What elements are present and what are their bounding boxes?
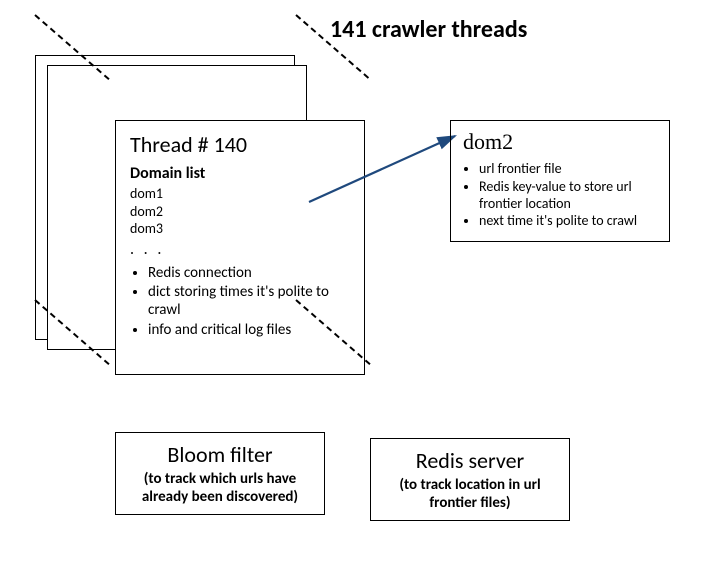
domain-item: dom2 [130,203,350,221]
thread-card: Thread # 140 Domain list dom1 dom2 dom3 … [115,120,365,375]
thread-bullet: Redis connection [148,265,350,283]
redis-title: Redis server [381,447,559,474]
thread-stack: Thread # 140 Domain list dom1 dom2 dom3 … [35,55,335,375]
domain-detail-bullet: url frontier file [479,161,659,178]
domain-detail-bullet: Redis key-value to store url frontier lo… [479,179,659,213]
thread-title: Thread # 140 [130,131,350,158]
bloom-subtitle: (to track which urls have already been d… [126,470,314,506]
redis-server-box: Redis server (to track location in url f… [370,438,570,521]
thread-bullets: Redis connection dict storing times it's… [130,265,350,340]
redis-subtitle: (to track location in url frontier files… [381,476,559,512]
domain-item: dom3 [130,220,350,238]
domain-detail-bullet: next time it's polite to crawl [479,213,659,230]
bloom-title: Bloom filter [126,441,314,468]
domain-detail-title: dom2 [463,129,659,155]
ellipsis: . . . [130,240,350,259]
bloom-filter-box: Bloom filter (to track which urls have a… [115,432,325,515]
thread-bullet: info and critical log files [148,322,350,340]
thread-bullet: dict storing times it's polite to crawl [148,284,350,319]
domain-detail-bullets: url frontier file Redis key-value to sto… [463,161,659,230]
domain-item: dom1 [130,185,350,203]
domain-list-label: Domain list [130,164,350,183]
diagram-title: 141 crawler threads [330,15,527,44]
domain-detail-box: dom2 url frontier file Redis key-value t… [450,120,670,242]
